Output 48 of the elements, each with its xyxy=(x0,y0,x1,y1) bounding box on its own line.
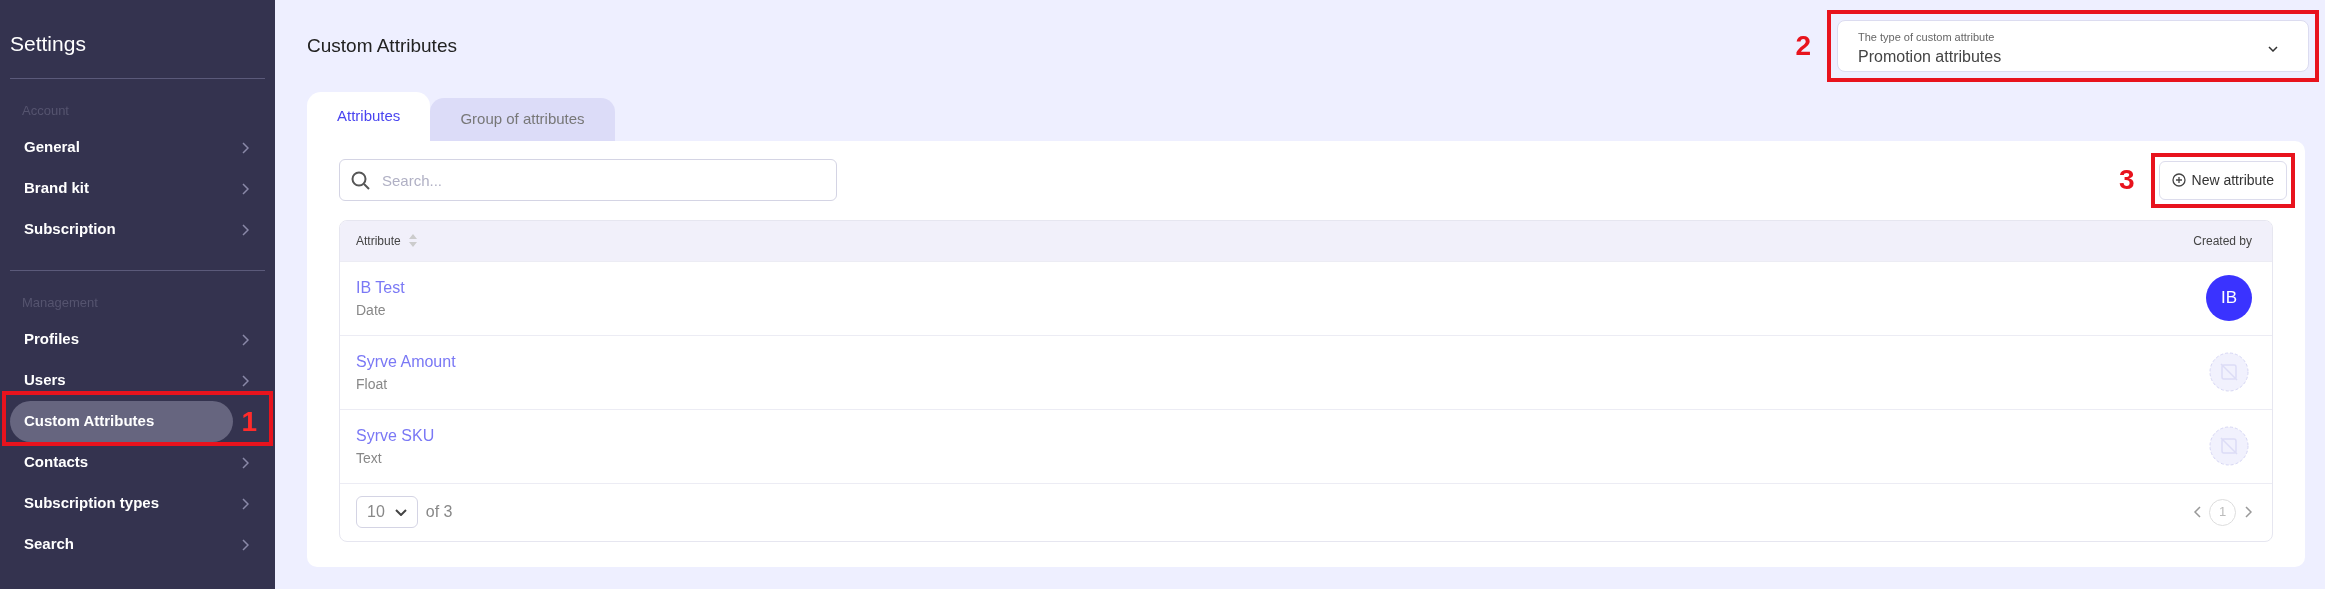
annotation-number: 3 xyxy=(2118,166,2135,194)
attribute-name[interactable]: Syrve Amount xyxy=(356,349,456,374)
image-placeholder-icon xyxy=(2209,352,2249,392)
annotation-number: 1 xyxy=(241,407,257,436)
sidebar-item[interactable]: Custom Attributes xyxy=(10,401,234,442)
attribute-name[interactable]: Syrve SKU xyxy=(356,423,435,448)
sort-icon xyxy=(408,234,417,247)
page-title: Custom Attributes xyxy=(307,33,457,58)
select-value: Promotion attributes xyxy=(1858,47,2002,68)
attribute-type: Float xyxy=(356,374,389,394)
avatar: IB xyxy=(2206,275,2252,321)
sidebar-item[interactable]: Users xyxy=(10,360,265,401)
chevron-right-icon xyxy=(241,497,249,510)
search-icon xyxy=(351,171,370,190)
chevron-right-icon[interactable] xyxy=(2244,506,2252,518)
sidebar-item[interactable]: Subscription xyxy=(10,209,265,250)
chevron-left-icon[interactable] xyxy=(2193,506,2201,518)
page-size-select[interactable]: 10 xyxy=(356,496,418,528)
column-header: Attribute xyxy=(356,232,401,250)
search-field[interactable]: Search... xyxy=(339,159,837,201)
attribute-name[interactable]: IB Test xyxy=(356,275,405,300)
sidebar-item[interactable]: General xyxy=(10,127,265,168)
chevron-right-icon xyxy=(241,374,249,387)
chevron-right-icon xyxy=(241,333,249,346)
chevron-right-icon xyxy=(241,182,249,195)
chevron-right-icon xyxy=(241,538,249,551)
sidebar-item[interactable]: Contacts xyxy=(10,442,265,483)
attribute-type: Date xyxy=(356,300,387,320)
chevron-down-icon xyxy=(394,508,407,516)
annotation-number: 2 xyxy=(1795,32,1811,60)
new-attribute-button[interactable]: New attribute xyxy=(2158,160,2287,200)
attribute-type: Text xyxy=(356,448,383,468)
image-placeholder-icon xyxy=(2209,426,2249,466)
type-select[interactable]: The type of custom attribute Promotion attributes xyxy=(1837,20,2309,72)
chevron-right-icon xyxy=(241,141,249,154)
sidebar-item[interactable]: Search xyxy=(10,524,265,565)
sidebar-item[interactable]: Brand kit xyxy=(10,168,265,209)
chevron-down-icon xyxy=(2268,46,2278,52)
select-label: The type of custom attribute xyxy=(1858,29,1996,45)
tab[interactable]: Attributes xyxy=(307,92,431,141)
chevron-right-icon xyxy=(241,456,249,469)
sidebar-title: Settings xyxy=(10,31,87,57)
sidebar-item[interactable]: Profiles xyxy=(10,319,265,360)
total-count: of 3 xyxy=(425,502,453,522)
plus-icon xyxy=(2171,173,2186,187)
sidebar-item[interactable]: Subscription types xyxy=(10,483,265,524)
chevron-right-icon xyxy=(241,223,249,236)
column-header: Created by xyxy=(2193,232,2252,250)
